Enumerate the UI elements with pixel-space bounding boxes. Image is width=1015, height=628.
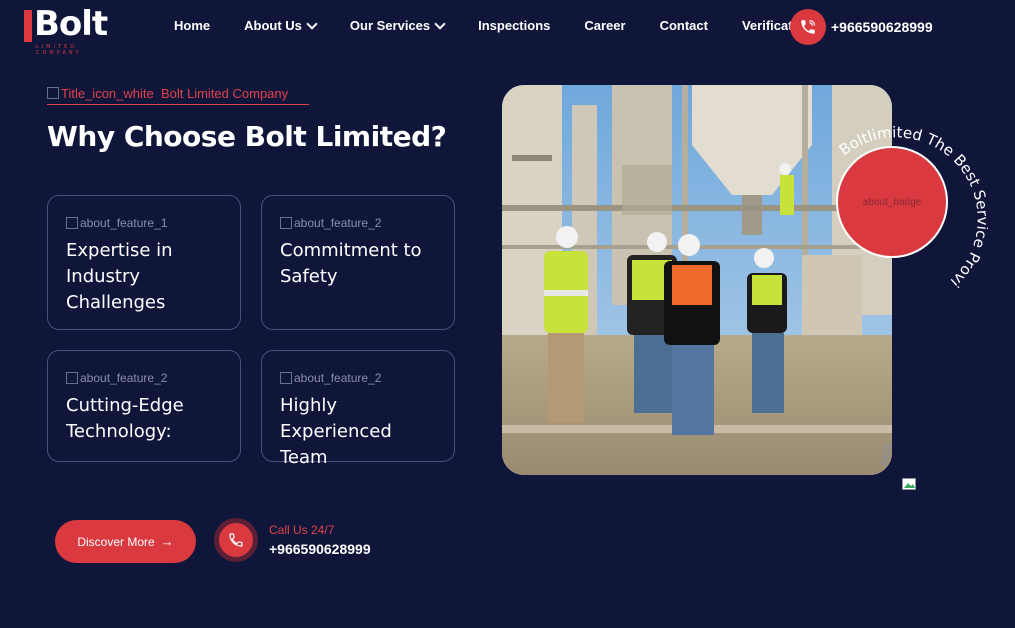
broken-image-icon <box>66 372 78 384</box>
feature-image: about_feature_2 <box>280 216 436 230</box>
nav-item-label: Our Services <box>349 18 431 33</box>
call-number: +966590628999 <box>269 541 371 557</box>
discover-more-label: Discover More <box>77 534 155 549</box>
nav-item-career[interactable]: Career <box>584 18 625 33</box>
discover-more-button[interactable]: Discover More → <box>55 520 196 563</box>
phone-icon <box>219 523 253 557</box>
about-badge: about_badge <box>836 146 948 258</box>
chevron-down-icon <box>306 17 318 30</box>
feature-image-alt: about_feature_2 <box>80 371 168 385</box>
nav-item-home[interactable]: Home <box>174 18 210 33</box>
feature-image: about_feature_2 <box>66 371 222 385</box>
logo-subtitle: LIMITED COMPANY <box>36 44 82 56</box>
call-text: Call Us 24/7 +966590628999 <box>269 523 371 557</box>
section-title: Why Choose Bolt Limited? <box>47 120 447 153</box>
broken-image-icon <box>280 217 292 229</box>
feature-image: about_feature_2 <box>280 371 436 385</box>
feature-title: Expertise in Industry Challenges <box>66 240 173 313</box>
feature-title: Highly Experienced Team <box>280 395 392 468</box>
title-icon-alt: Title_icon_white <box>61 86 154 101</box>
nav-item-about-us[interactable]: About Us <box>244 17 318 33</box>
nav-item-label: Career <box>584 18 626 33</box>
main-nav: Home About Us Our Services Inspections C… <box>174 17 846 33</box>
nav-item-label: Home <box>174 18 211 33</box>
header-phone-link[interactable]: +966590628999 <box>790 9 933 45</box>
brand-logo[interactable]: Bolt LIMITED COMPANY <box>24 4 120 56</box>
nav-item-label: About Us <box>244 18 302 33</box>
feature-card-technology: about_feature_2 Cutting-Edge Technology: <box>47 350 241 462</box>
feature-card-safety: about_feature_2 Commitment to Safety <box>261 195 455 330</box>
call-icon-ring <box>214 518 258 562</box>
feature-card-expertise: about_feature_1 Expertise in Industry Ch… <box>47 195 241 330</box>
feature-image-alt: about_feature_1 <box>80 216 168 230</box>
call-label: Call Us 24/7 <box>269 523 335 537</box>
call-us-block[interactable]: Call Us 24/7 +966590628999 <box>214 518 371 562</box>
arrow-right-icon: → <box>160 534 174 549</box>
nav-item-label: Contact <box>659 18 708 33</box>
broken-image-icon <box>280 372 292 384</box>
section-tag-text: Bolt Limited Company <box>160 86 289 101</box>
story-image-alt: story <box>878 441 894 468</box>
header-phone-number: +966590628999 <box>831 19 933 35</box>
feature-image: about_feature_1 <box>66 216 222 230</box>
feature-card-team: about_feature_2 Highly Experienced Team <box>261 350 455 468</box>
nav-item-inspections[interactable]: Inspections <box>478 18 550 33</box>
nav-item-contact[interactable]: Contact <box>660 18 708 33</box>
feature-title: Commitment to Safety <box>280 240 422 287</box>
feature-image-alt: about_feature_2 <box>294 216 382 230</box>
broken-image-icon <box>66 217 78 229</box>
nav-item-label: Inspections <box>478 18 551 33</box>
nav-item-our-services[interactable]: Our Services <box>349 17 446 33</box>
about-badge-alt: about_badge <box>862 196 922 208</box>
title-icon-broken-image <box>47 87 59 99</box>
phone-ringing-icon <box>790 9 826 45</box>
logo-text: Bolt <box>34 4 108 44</box>
feature-image-alt: about_feature_2 <box>294 371 382 385</box>
logo-mark <box>24 10 32 42</box>
broken-image-icon <box>902 478 916 490</box>
feature-title: Cutting-Edge Technology: <box>66 395 184 442</box>
site-header: Bolt LIMITED COMPANY Home About Us Our S… <box>0 0 1015 56</box>
section-tag: Title_icon_white Bolt Limited Company <box>47 86 309 105</box>
chevron-down-icon <box>434 17 446 30</box>
